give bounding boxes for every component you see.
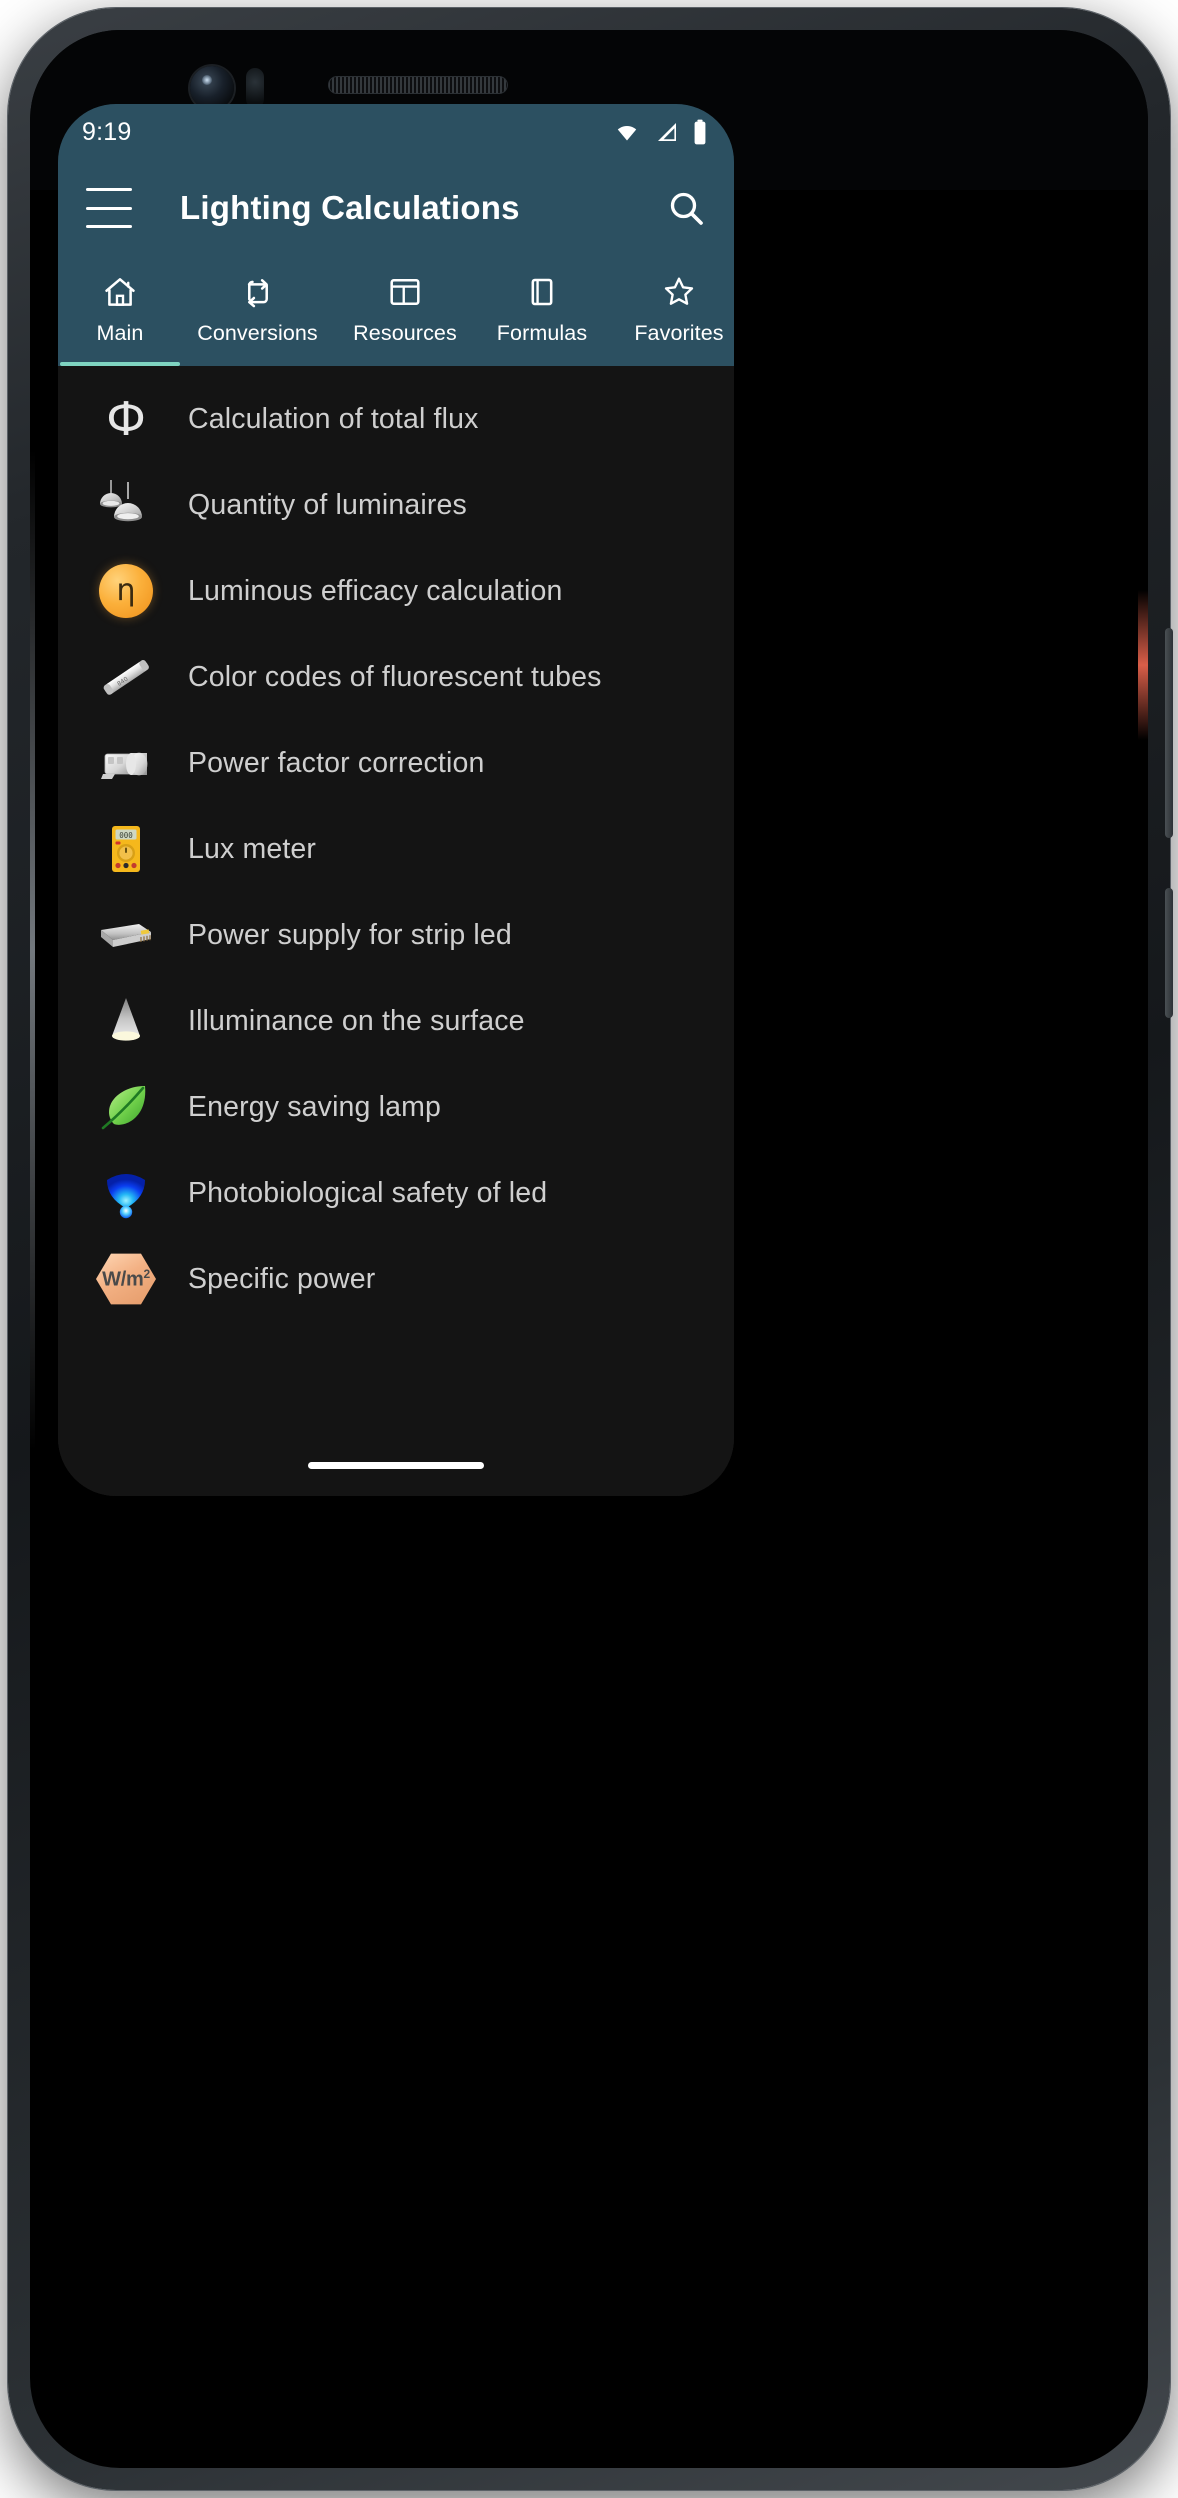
multimeter-icon: 000 xyxy=(94,817,158,881)
gesture-nav-pill[interactable] xyxy=(308,1461,484,1469)
list-item-lux-meter[interactable]: 000 Lux meter xyxy=(58,806,734,892)
list-item-specific-power[interactable]: W/m2 Specific power xyxy=(58,1236,734,1322)
wifi-icon xyxy=(617,126,637,141)
phone-screen-bezel: 9:19 Lighting Calculations Main Conversi… xyxy=(30,30,1148,2468)
power-button[interactable] xyxy=(1165,628,1173,838)
camera-lens-glint xyxy=(202,75,212,85)
list-item-label: Specific power xyxy=(188,1262,376,1295)
tab-resources[interactable]: Resources xyxy=(335,256,475,366)
tab-conversions[interactable]: Conversions xyxy=(180,256,335,366)
watt-per-square-meter-icon: W/m2 xyxy=(94,1247,158,1311)
eta-symbol-icon: η xyxy=(94,559,158,623)
list-item-quantity-luminaires[interactable]: Quantity of luminaires xyxy=(58,462,734,548)
list-item-label: Energy saving lamp xyxy=(188,1090,441,1123)
menu-icon-bar xyxy=(86,188,132,191)
phi-glyph: Ф xyxy=(106,392,146,446)
tab-resources-label: Resources xyxy=(353,321,457,345)
menu-icon-bar xyxy=(86,225,132,228)
pendant-luminaires-icon xyxy=(94,473,158,537)
wm2-label: W/m2 xyxy=(102,1266,150,1291)
green-leaf-icon xyxy=(94,1075,158,1139)
phi-symbol-icon: Ф xyxy=(94,387,158,451)
tab-main-label: Main xyxy=(96,321,144,345)
earpiece-speaker-grille xyxy=(328,76,508,94)
app-screen: 9:19 Lighting Calculations Main Conversi… xyxy=(58,104,734,1496)
status-bar-icons xyxy=(612,119,708,145)
list-item-photobiological-safety[interactable]: Photobiological safety of led xyxy=(58,1150,734,1236)
light-cone-icon xyxy=(94,989,158,1053)
list-item-luminous-efficacy[interactable]: η Luminous efficacy calculation xyxy=(58,548,734,634)
search-icon[interactable] xyxy=(660,182,712,234)
tab-formulas[interactable]: Formulas xyxy=(475,256,609,366)
list-item-label: Illuminance on the surface xyxy=(188,1004,525,1037)
eta-glyph: η xyxy=(116,573,136,608)
eta-circle-badge: η xyxy=(99,564,153,618)
battery-icon xyxy=(694,119,706,145)
star-icon xyxy=(660,272,698,312)
list-item-label: Calculation of total flux xyxy=(188,402,479,435)
volume-button[interactable] xyxy=(1165,888,1173,1018)
book-icon xyxy=(523,272,561,312)
list-item-label: Power factor correction xyxy=(188,746,485,779)
list-item-label: Lux meter xyxy=(188,832,317,865)
menu-icon-bar xyxy=(86,206,132,210)
list-item-illuminance-surface[interactable]: Illuminance on the surface xyxy=(58,978,734,1064)
led-power-supply-icon xyxy=(94,903,158,967)
tab-formulas-label: Formulas xyxy=(496,321,588,345)
active-tab-indicator xyxy=(60,362,180,366)
home-icon xyxy=(101,272,139,312)
tab-main[interactable]: Main xyxy=(60,256,180,366)
list-item-energy-saving-lamp[interactable]: Energy saving lamp xyxy=(58,1064,734,1150)
list-item-fluorescent-color-codes[interactable]: 840 Color codes of fluorescent tubes xyxy=(58,634,734,720)
search-icon-glyph xyxy=(670,192,703,225)
gesture-nav-bar xyxy=(58,1434,734,1496)
list-item-label: Color codes of fluorescent tubes xyxy=(188,660,602,693)
list-item-label: Quantity of luminaires xyxy=(188,488,467,521)
app-bar: Lighting Calculations xyxy=(58,160,734,256)
tab-favorites[interactable]: Favorites xyxy=(609,256,734,366)
cellular-signal-icon xyxy=(658,123,676,141)
tab-conversions-label: Conversions xyxy=(197,321,318,345)
svg-text:000: 000 xyxy=(119,831,133,840)
phone-device-frame: 9:19 Lighting Calculations Main Conversi… xyxy=(8,8,1173,2490)
page-title: Lighting Calculations xyxy=(180,189,520,226)
fluorescent-tube-icon: 840 xyxy=(94,645,158,709)
phone-edge-highlight xyxy=(30,450,35,1450)
capacitor-icon xyxy=(94,731,158,795)
calculations-list: Ф Calculation of total flux Quantity of … xyxy=(58,366,734,1496)
list-item-power-factor[interactable]: Power factor correction xyxy=(58,720,734,806)
proximity-sensor-icon xyxy=(246,68,264,108)
screen-edge-glow xyxy=(1138,590,1148,740)
table-layout-icon xyxy=(386,272,424,312)
repeat-arrows-icon xyxy=(239,272,277,312)
tab-bar: Main Conversions Resources Formulas Favo… xyxy=(58,256,734,366)
wm2-hex-badge: W/m2 xyxy=(96,1253,156,1305)
status-bar-clock: 9:19 xyxy=(82,117,132,146)
list-item-label: Power supply for strip led xyxy=(188,918,512,951)
blue-led-glow-icon xyxy=(94,1161,158,1225)
tab-favorites-label: Favorites xyxy=(634,321,724,345)
status-bar: 9:19 xyxy=(58,104,734,160)
list-item-total-flux[interactable]: Ф Calculation of total flux xyxy=(58,376,734,462)
list-item-power-supply-strip-led[interactable]: Power supply for strip led xyxy=(58,892,734,978)
menu-icon[interactable] xyxy=(86,188,132,228)
list-item-label: Luminous efficacy calculation xyxy=(188,574,563,607)
list-item-label: Photobiological safety of led xyxy=(188,1176,548,1209)
